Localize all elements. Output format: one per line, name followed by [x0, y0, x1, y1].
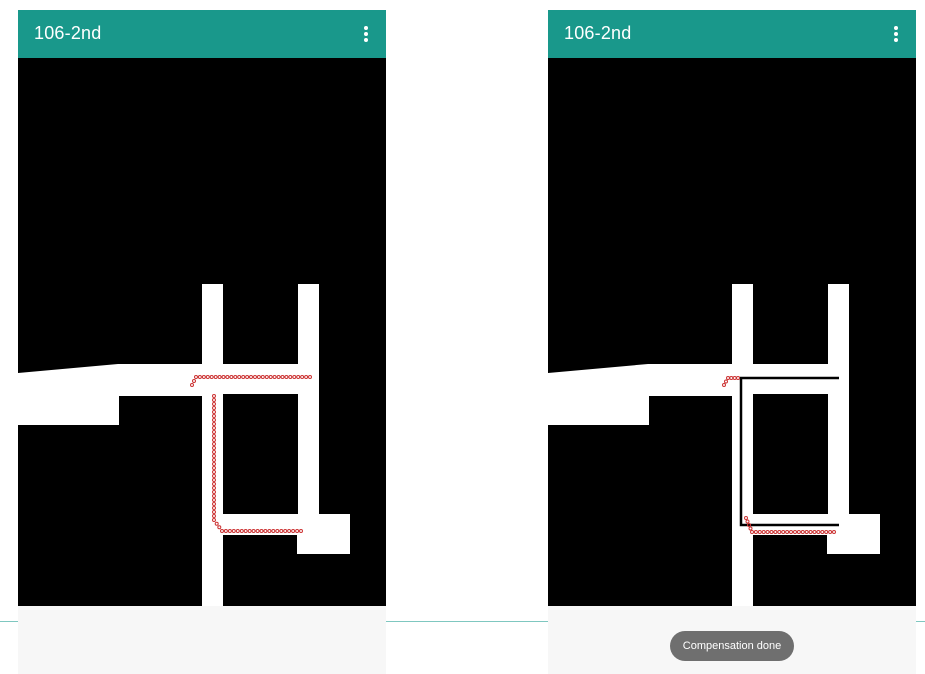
right-phone-screen: 106-2nd Compensation done: [548, 10, 916, 674]
more-vert-icon: [364, 26, 368, 42]
overflow-menu-button[interactable]: [884, 20, 908, 48]
left-phone-screen: 106-2nd: [18, 10, 386, 674]
app-bar: 106-2nd: [18, 10, 386, 58]
more-vert-icon: [894, 26, 898, 42]
vertical-corridor-right: [828, 284, 849, 544]
floor-map[interactable]: [18, 58, 386, 606]
right-room: [827, 514, 880, 554]
app-title: 106-2nd: [34, 23, 102, 43]
overflow-menu-button[interactable]: [354, 20, 378, 48]
floor-map[interactable]: [548, 58, 916, 606]
app-title: 106-2nd: [564, 23, 632, 43]
vertical-corridor-right: [298, 284, 319, 544]
toast-message: Compensation done: [670, 631, 794, 661]
top-horizontal-corridor: [202, 364, 319, 394]
app-bar: 106-2nd: [548, 10, 916, 58]
vertical-corridor-left: [732, 284, 753, 606]
right-room: [297, 514, 350, 554]
bottom-area: [18, 606, 386, 674]
